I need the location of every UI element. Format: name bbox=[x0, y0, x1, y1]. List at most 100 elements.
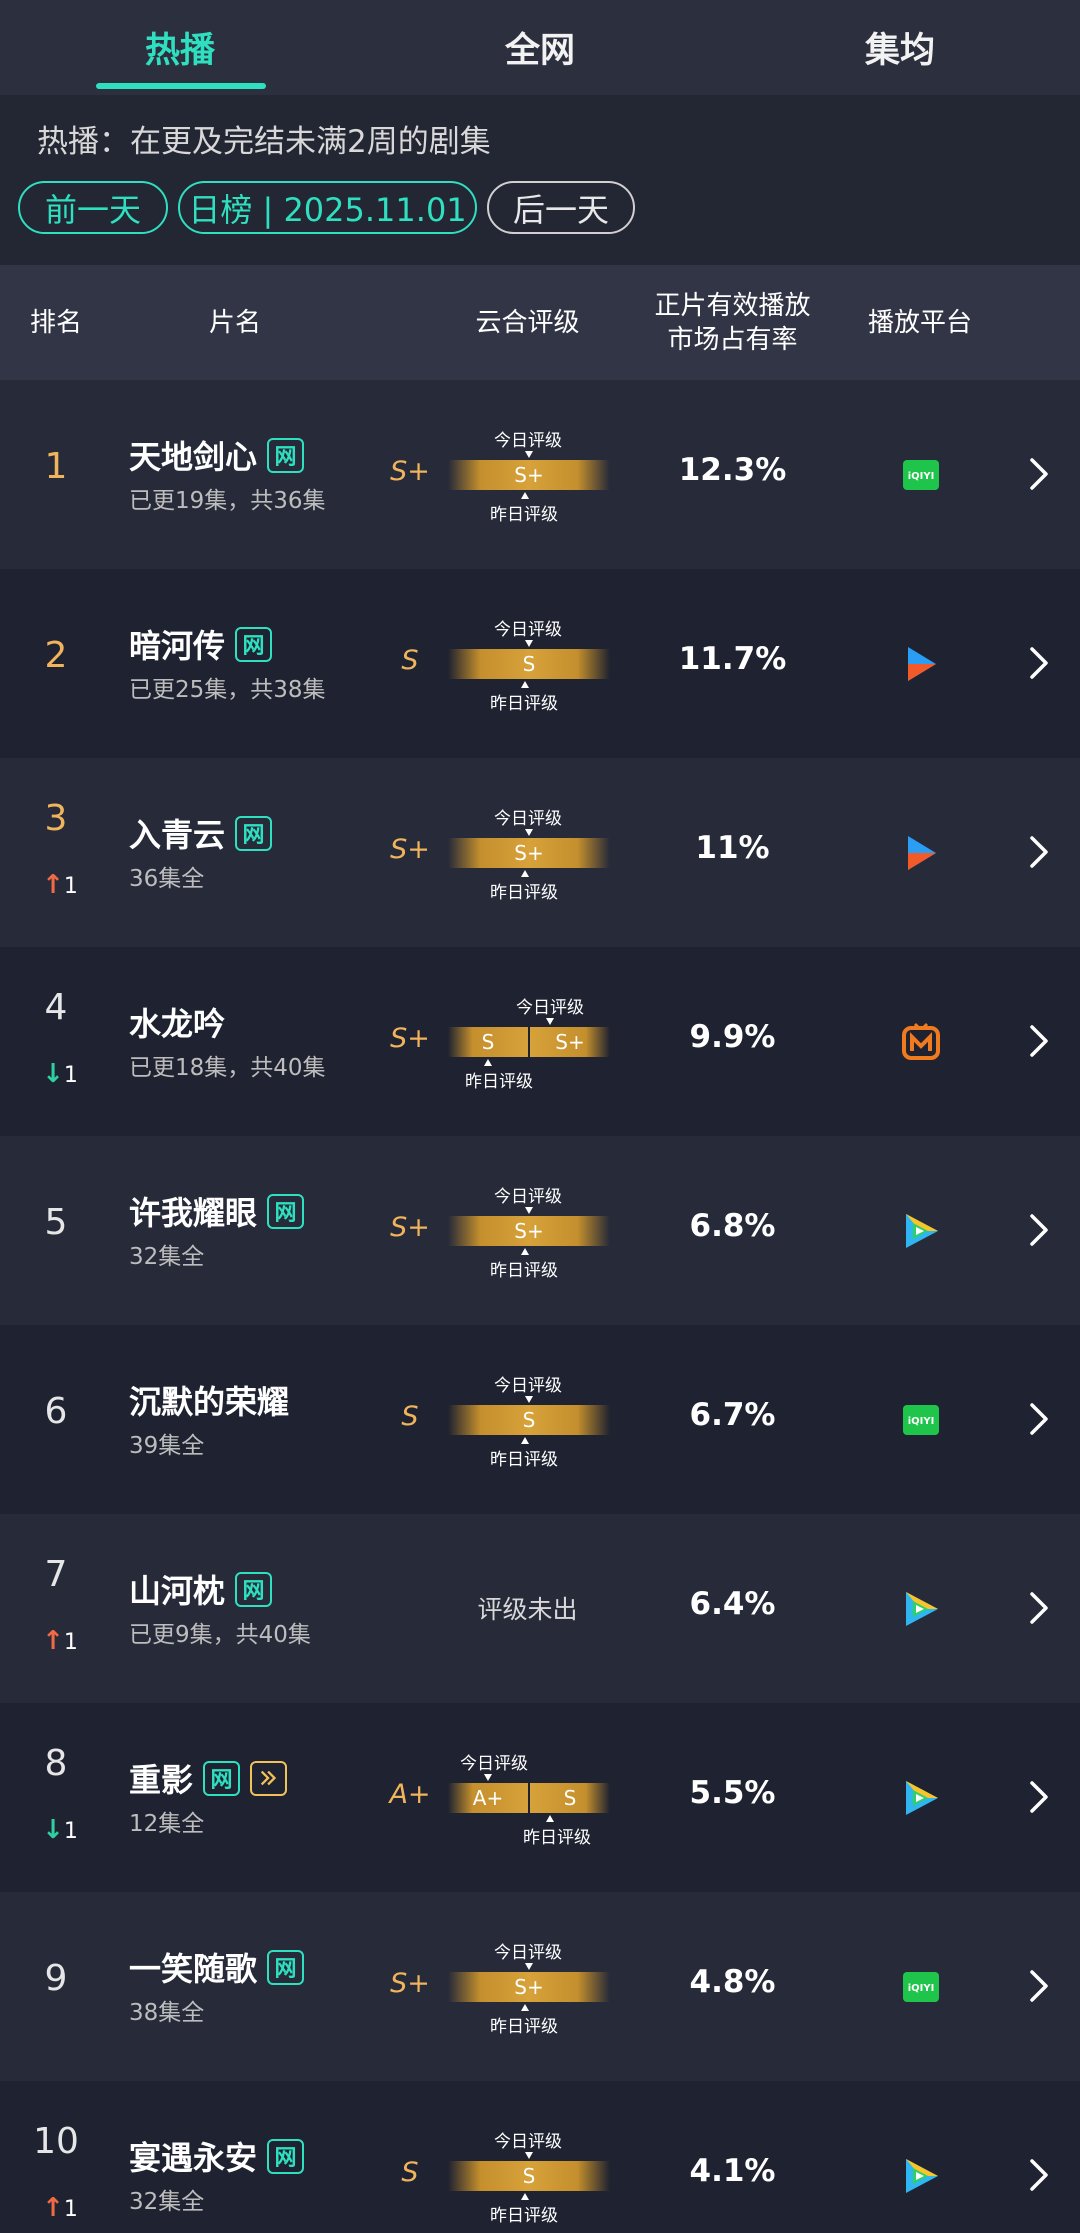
rank-change: ↓1 bbox=[30, 1815, 90, 1845]
column-rank: 排名 bbox=[29, 307, 82, 338]
rating-grade: S+ bbox=[390, 834, 430, 865]
tencent-video-icon bbox=[900, 1588, 942, 1630]
today-grade: S bbox=[522, 1408, 536, 1432]
chevron-right-icon[interactable] bbox=[1026, 1590, 1052, 1626]
yesterday-marker-icon bbox=[521, 492, 529, 499]
table-row[interactable]: 3 ↑1 入青云网 36集全 S+ S+ 今日评级 昨日评级 11% bbox=[0, 758, 1080, 947]
yesterday-grade-label: 昨日评级 bbox=[465, 1072, 533, 1092]
prev-day-button[interactable]: 前一天 bbox=[18, 181, 168, 234]
table-row[interactable]: 8 ↓1 重影网 12集全 A+ A+ S 今日评级 昨日评级 5.5% bbox=[0, 1703, 1080, 1892]
rank-up-arrow-icon: ↑ bbox=[42, 2193, 64, 2223]
column-header: 排名 片名 云合评级 正片有效播放 市场占有率 播放平台 bbox=[0, 265, 1080, 380]
today-marker-icon bbox=[525, 451, 533, 458]
tab-episode-average[interactable]: 集均 bbox=[720, 0, 1080, 95]
chevron-right-icon[interactable] bbox=[1026, 456, 1052, 492]
tab-all-network[interactable]: 全网 bbox=[360, 0, 720, 95]
next-day-button[interactable]: 后一天 bbox=[487, 181, 635, 234]
yesterday-grade: S bbox=[563, 1786, 577, 1810]
yesterday-marker-icon bbox=[546, 1815, 554, 1822]
rank-up-arrow-icon: ↑ bbox=[42, 1626, 64, 1656]
today-marker-icon bbox=[525, 640, 533, 647]
episode-info: 已更18集，共40集 bbox=[129, 1055, 326, 1081]
market-share: 4.1% bbox=[689, 2153, 776, 2189]
network-drama-badge: 网 bbox=[267, 2138, 305, 2174]
drama-title-text: 宴遇永安 bbox=[129, 2139, 258, 2177]
chevron-right-icon[interactable] bbox=[1026, 834, 1052, 870]
table-row[interactable]: 5 许我耀眼网 32集全 S+ S+ 今日评级 昨日评级 6.8% bbox=[0, 1136, 1080, 1325]
chevron-right-icon[interactable] bbox=[1026, 1023, 1052, 1059]
column-rating: 云合评级 bbox=[475, 307, 580, 338]
today-grade: S+ bbox=[514, 1975, 544, 1999]
tab-bar: 热播 全网 集均 bbox=[0, 0, 1080, 95]
drama-title-text: 重影 bbox=[129, 1761, 194, 1799]
drama-title[interactable]: 水龙吟 bbox=[129, 999, 225, 1045]
today-marker-icon bbox=[525, 829, 533, 836]
network-drama-badge: 网 bbox=[267, 1949, 305, 1985]
rank-number: 2 bbox=[44, 635, 68, 676]
date-selector-button[interactable]: 日榜 | 2025.11.01 bbox=[178, 181, 477, 234]
today-grade-label: 今日评级 bbox=[494, 809, 562, 829]
table-row[interactable]: 10 ↑1 宴遇永安网 32集全 S S 今日评级 昨日评级 4.1% bbox=[0, 2081, 1080, 2233]
rank-change: ↑1 bbox=[30, 1626, 90, 1656]
rating-grade: S+ bbox=[390, 1212, 430, 1243]
table-row[interactable]: 7 ↑1 山河枕网已更9集，共40集 评级未出 6.4% bbox=[0, 1514, 1080, 1703]
drama-title[interactable]: 入青云网 bbox=[129, 810, 273, 856]
yesterday-grade-label: 昨日评级 bbox=[490, 2206, 558, 2226]
yesterday-marker-icon bbox=[521, 681, 529, 688]
rank-number: 5 bbox=[44, 1202, 68, 1243]
yesterday-marker-icon bbox=[521, 1248, 529, 1255]
chevron-right-icon[interactable] bbox=[1026, 1779, 1052, 1815]
today-grade-label: 今日评级 bbox=[494, 620, 562, 640]
column-title: 片名 bbox=[208, 307, 261, 338]
table-row[interactable]: 2 暗河传网已更25集，共38集 S S 今日评级 昨日评级 11.7% bbox=[0, 569, 1080, 758]
rank-down-arrow-icon: ↓ bbox=[42, 1815, 64, 1845]
rank-number: 6 bbox=[44, 1391, 68, 1432]
market-share: 11.7% bbox=[678, 641, 787, 677]
market-share: 11% bbox=[695, 830, 770, 866]
drama-title[interactable]: 重影网 bbox=[129, 1755, 288, 1801]
chevron-right-icon[interactable] bbox=[1026, 1968, 1052, 2004]
yesterday-marker-icon bbox=[521, 2193, 529, 2200]
drama-title[interactable]: 一笑随歌网 bbox=[129, 1944, 305, 1990]
youku-icon bbox=[900, 832, 942, 874]
today-grade: S+ bbox=[514, 841, 544, 865]
yesterday-marker-icon bbox=[521, 1437, 529, 1444]
rank-number: 4 bbox=[44, 987, 68, 1028]
table-row[interactable]: 6 沉默的荣耀 39集全 S S 今日评级 昨日评级 6.7% iQIYI bbox=[0, 1325, 1080, 1514]
rank-change-value: 1 bbox=[63, 1819, 78, 1844]
rating-bar: S+ bbox=[448, 1216, 610, 1246]
svg-text:iQIYI: iQIYI bbox=[908, 1983, 935, 1994]
yesterday-grade-label: 昨日评级 bbox=[523, 1828, 591, 1848]
rating-grade: S bbox=[401, 1401, 419, 1432]
drama-title-text: 暗河传 bbox=[129, 627, 226, 665]
iqiyi-icon: iQIYI bbox=[900, 1966, 942, 2008]
chevron-right-icon[interactable] bbox=[1026, 645, 1052, 681]
yesterday-grade-label: 昨日评级 bbox=[490, 883, 558, 903]
drama-title[interactable]: 许我耀眼网 bbox=[129, 1188, 305, 1234]
network-drama-badge: 网 bbox=[235, 626, 273, 662]
rating-bar: S bbox=[448, 649, 610, 679]
drama-title[interactable]: 天地剑心网 bbox=[129, 432, 305, 478]
tab-hot[interactable]: 热播 bbox=[0, 0, 360, 95]
drama-title[interactable]: 沉默的荣耀 bbox=[129, 1377, 289, 1423]
table-row[interactable]: 4 ↓1 水龙吟 已更18集，共40集 S+ S S+ 今日评级 昨日评级 9.9% bbox=[0, 947, 1080, 1136]
drama-title[interactable]: 宴遇永安网 bbox=[129, 2133, 305, 2179]
chevron-right-icon[interactable] bbox=[1026, 1401, 1052, 1437]
rank-change: ↓1 bbox=[30, 1059, 90, 1089]
episode-info: 38集全 bbox=[129, 2000, 205, 2026]
rating-bar: S+ bbox=[448, 460, 610, 490]
rank-change-value: 1 bbox=[63, 1063, 78, 1088]
drama-title[interactable]: 山河枕网 bbox=[129, 1566, 273, 1612]
today-marker-icon bbox=[525, 1963, 533, 1970]
episode-info: 32集全 bbox=[129, 2189, 205, 2215]
network-drama-badge: 网 bbox=[267, 437, 305, 473]
rating-grade: S+ bbox=[390, 456, 430, 487]
chevron-right-icon[interactable] bbox=[1026, 1212, 1052, 1248]
chevron-right-icon[interactable] bbox=[1026, 2157, 1052, 2193]
drama-title-text: 水龙吟 bbox=[129, 1005, 226, 1043]
drama-title[interactable]: 暗河传网 bbox=[129, 621, 273, 667]
yesterday-marker-icon bbox=[484, 1059, 492, 1066]
table-row[interactable]: 1 天地剑心网已更19集，共36集 S+ S+ 今日评级 昨日评级 12.3% iQIYI bbox=[0, 380, 1080, 569]
table-row[interactable]: 9 一笑随歌网 38集全 S+ S+ 今日评级 昨日评级 4.8% iQIYI bbox=[0, 1892, 1080, 2081]
today-grade: S+ bbox=[514, 1219, 544, 1243]
